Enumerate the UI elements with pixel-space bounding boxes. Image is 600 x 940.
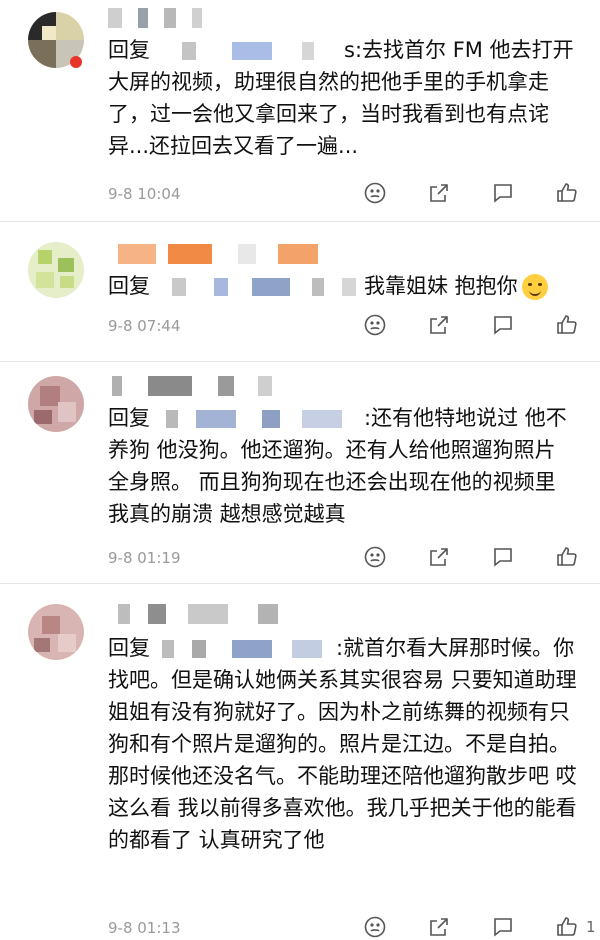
comment-actions: 1 [324,914,596,940]
comment-item: 回复 s:去找首尔 FM 他去打开大屏的视频，助理很自然的把他手里的手机拿走了，过… [0,0,600,222]
badge-icon [70,56,82,68]
timestamp: 9-8 01:13 [108,919,181,937]
comment-text: 回复:还有他特地说过 他不养狗 他没狗。他还遛狗。还有人给他照遛狗照片 全身照。… [108,406,567,526]
comment-icon[interactable] [490,914,516,940]
share-icon[interactable] [426,914,452,940]
redacted-mention [152,410,362,428]
comment-text: 回复 s:去找首尔 FM 他去打开大屏的视频，助理很自然的把他手里的手机拿走了，过… [108,38,574,158]
comment-icon[interactable] [490,312,516,338]
share-icon[interactable] [426,544,452,570]
share-icon[interactable] [426,180,452,206]
avatar[interactable] [28,242,84,298]
comment-actions [324,544,580,570]
thumbs-up-icon[interactable] [554,180,580,206]
face-icon[interactable] [362,914,388,940]
timestamp: 9-8 07:44 [108,317,181,335]
redacted-mention [152,278,362,296]
comment-item: 回复:还有他特地说过 他不养狗 他没狗。他还遛狗。还有人给他照遛狗照片 全身照。… [0,362,600,584]
username-redacted [108,376,298,396]
avatar[interactable] [28,604,84,660]
comment-actions [324,312,580,338]
avatar[interactable] [28,376,84,432]
username-redacted [108,244,338,264]
comment-item: 回复 我靠姐妹 抱抱你 9-8 07:44 [0,222,600,362]
comment-actions [324,180,580,206]
like-count: 1 [586,918,596,936]
thumbs-up-icon[interactable] [554,312,580,338]
redacted-mention [152,42,342,60]
timestamp: 9-8 01:19 [108,549,181,567]
face-icon[interactable] [362,312,388,338]
redacted-mention [152,640,334,658]
thumbs-up-icon[interactable]: 1 [554,914,596,940]
comment-item: 回复:就首尔看大屏那时候。你找吧。但是确认她俩关系其实很容易 只要知道助理姐姐有… [0,584,600,938]
hug-emoji [521,274,548,300]
comment-text: 回复:就首尔看大屏那时候。你找吧。但是确认她俩关系其实很容易 只要知道助理姐姐有… [108,636,577,852]
share-icon[interactable] [426,312,452,338]
comment-icon[interactable] [490,180,516,206]
username-redacted [108,604,328,624]
comment-icon[interactable] [490,544,516,570]
face-icon[interactable] [362,544,388,570]
username-redacted [108,8,208,28]
timestamp: 9-8 10:04 [108,185,181,203]
face-icon[interactable] [362,180,388,206]
thumbs-up-icon[interactable] [554,544,580,570]
comment-text: 回复 我靠姐妹 抱抱你 [108,270,578,302]
